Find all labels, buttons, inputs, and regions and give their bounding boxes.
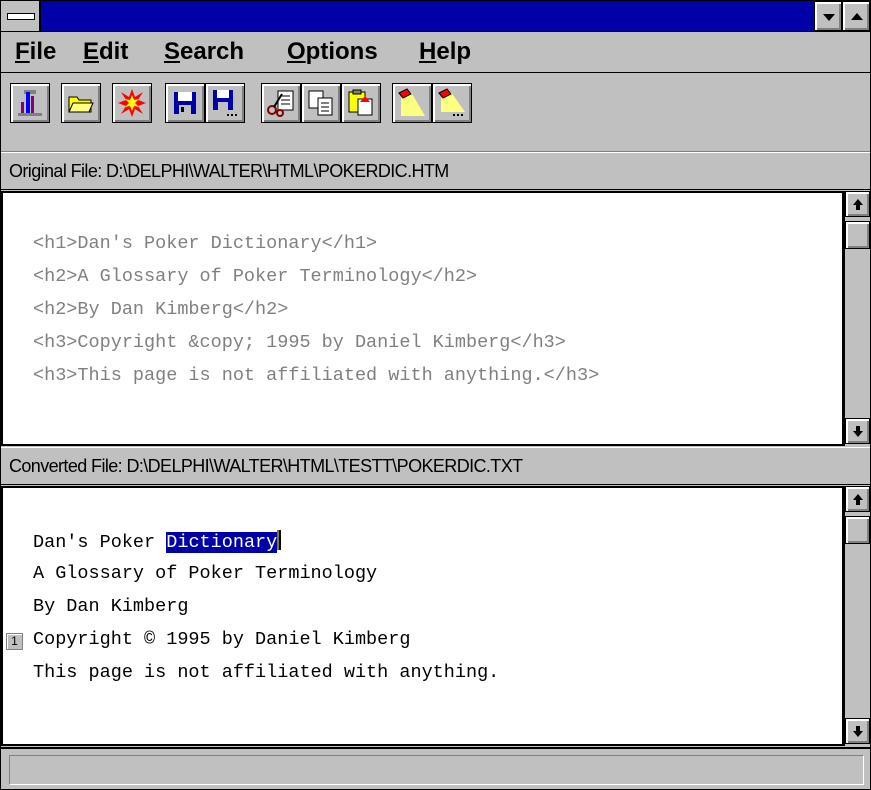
arrow-up-icon bbox=[853, 199, 863, 210]
converted-line: A Glossary of Poker Terminology bbox=[33, 563, 378, 584]
open-button[interactable] bbox=[61, 83, 101, 123]
converted-scrollbar[interactable] bbox=[844, 486, 870, 746]
menu-search[interactable]: Search bbox=[164, 38, 244, 66]
title-bar[interactable] bbox=[1, 1, 870, 32]
toolbar bbox=[1, 73, 870, 152]
find-flashlight-icon bbox=[398, 88, 425, 116]
convert-burst-icon bbox=[118, 89, 146, 117]
status-bar bbox=[1, 747, 870, 789]
menu-edit[interactable]: Edit bbox=[83, 38, 128, 66]
converted-text-pane[interactable]: Dan's Poker Dictionary A Glossary of Pok… bbox=[1, 486, 844, 746]
converted-file-label: Converted File: D:\DELPHI\WALTER\HTML\TE… bbox=[9, 456, 523, 476]
bookmark-marker[interactable]: 1 bbox=[6, 633, 23, 650]
maximize-button[interactable] bbox=[842, 1, 870, 31]
save-as-button[interactable] bbox=[205, 83, 245, 123]
app-window: File Edit Search Options Help Original F… bbox=[0, 0, 871, 790]
scroll-thumb[interactable] bbox=[845, 516, 870, 544]
converted-line: This page is not affiliated with anythin… bbox=[33, 662, 500, 683]
copy-icon bbox=[308, 90, 333, 116]
menu-bar: File Edit Search Options Help bbox=[1, 32, 870, 73]
scroll-up-button[interactable] bbox=[845, 486, 870, 512]
find-next-button[interactable] bbox=[432, 83, 472, 123]
original-text-pane[interactable]: <h1>Dan's Poker Dictionary</h1> <h2>A Gl… bbox=[1, 191, 844, 446]
system-menu-icon bbox=[7, 13, 35, 20]
converted-file-label-bar: Converted File: D:\DELPHI\WALTER\HTML\TE… bbox=[1, 447, 870, 485]
paste-button[interactable] bbox=[341, 83, 381, 123]
find-next-flashlight-icon bbox=[438, 88, 465, 116]
original-file-label: Original File: D:\DELPHI\WALTER\HTML\POK… bbox=[9, 161, 449, 181]
menu-options[interactable]: Options bbox=[287, 38, 378, 66]
status-panel bbox=[9, 755, 864, 785]
scroll-down-button[interactable] bbox=[845, 418, 870, 444]
original-file-label-bar: Original File: D:\DELPHI\WALTER\HTML\POK… bbox=[1, 152, 870, 190]
cut-button[interactable] bbox=[261, 83, 301, 123]
minimize-arrow-icon bbox=[823, 14, 835, 21]
exit-icon bbox=[18, 90, 42, 116]
open-folder-icon bbox=[68, 96, 94, 113]
find-button[interactable] bbox=[392, 83, 432, 123]
original-scrollbar[interactable] bbox=[844, 191, 870, 446]
arrow-up-icon bbox=[853, 494, 863, 505]
maximize-arrow-icon bbox=[851, 13, 863, 20]
converted-line: Copyright © 1995 by Daniel Kimberg bbox=[33, 629, 411, 650]
convert-button[interactable] bbox=[112, 83, 152, 123]
arrow-down-icon bbox=[853, 726, 863, 737]
converted-line: By Dan Kimberg bbox=[33, 596, 189, 617]
original-line: <h2>By Dan Kimberg</h2> bbox=[33, 299, 289, 320]
original-line: <h1>Dan's Poker Dictionary</h1> bbox=[33, 233, 378, 254]
cut-icon bbox=[267, 90, 294, 117]
save-as-icon bbox=[213, 90, 237, 116]
converted-line-prefix: Dan's Poker bbox=[33, 532, 167, 553]
exit-button[interactable] bbox=[10, 83, 50, 123]
text-caret bbox=[277, 530, 282, 550]
scroll-up-button[interactable] bbox=[845, 191, 870, 217]
original-line: <h3>This page is not affiliated with any… bbox=[33, 365, 600, 386]
save-icon bbox=[174, 92, 196, 114]
system-menu-button[interactable] bbox=[1, 1, 41, 31]
menu-help[interactable]: Help bbox=[419, 38, 471, 66]
original-line: <h2>A Glossary of Poker Terminology</h2> bbox=[33, 266, 478, 287]
scroll-thumb[interactable] bbox=[845, 221, 870, 249]
arrow-down-icon bbox=[853, 426, 863, 437]
converted-line: Dan's Poker Dictionary bbox=[33, 530, 282, 553]
copy-button[interactable] bbox=[301, 83, 341, 123]
minimize-button[interactable] bbox=[814, 1, 842, 31]
scroll-down-button[interactable] bbox=[845, 718, 870, 744]
menu-file[interactable]: File bbox=[15, 38, 56, 66]
original-line: <h3>Copyright &copy; 1995 by Daniel Kimb… bbox=[33, 332, 566, 353]
selected-text[interactable]: Dictionary bbox=[166, 532, 278, 553]
paste-icon bbox=[348, 89, 373, 116]
save-button[interactable] bbox=[165, 83, 205, 123]
